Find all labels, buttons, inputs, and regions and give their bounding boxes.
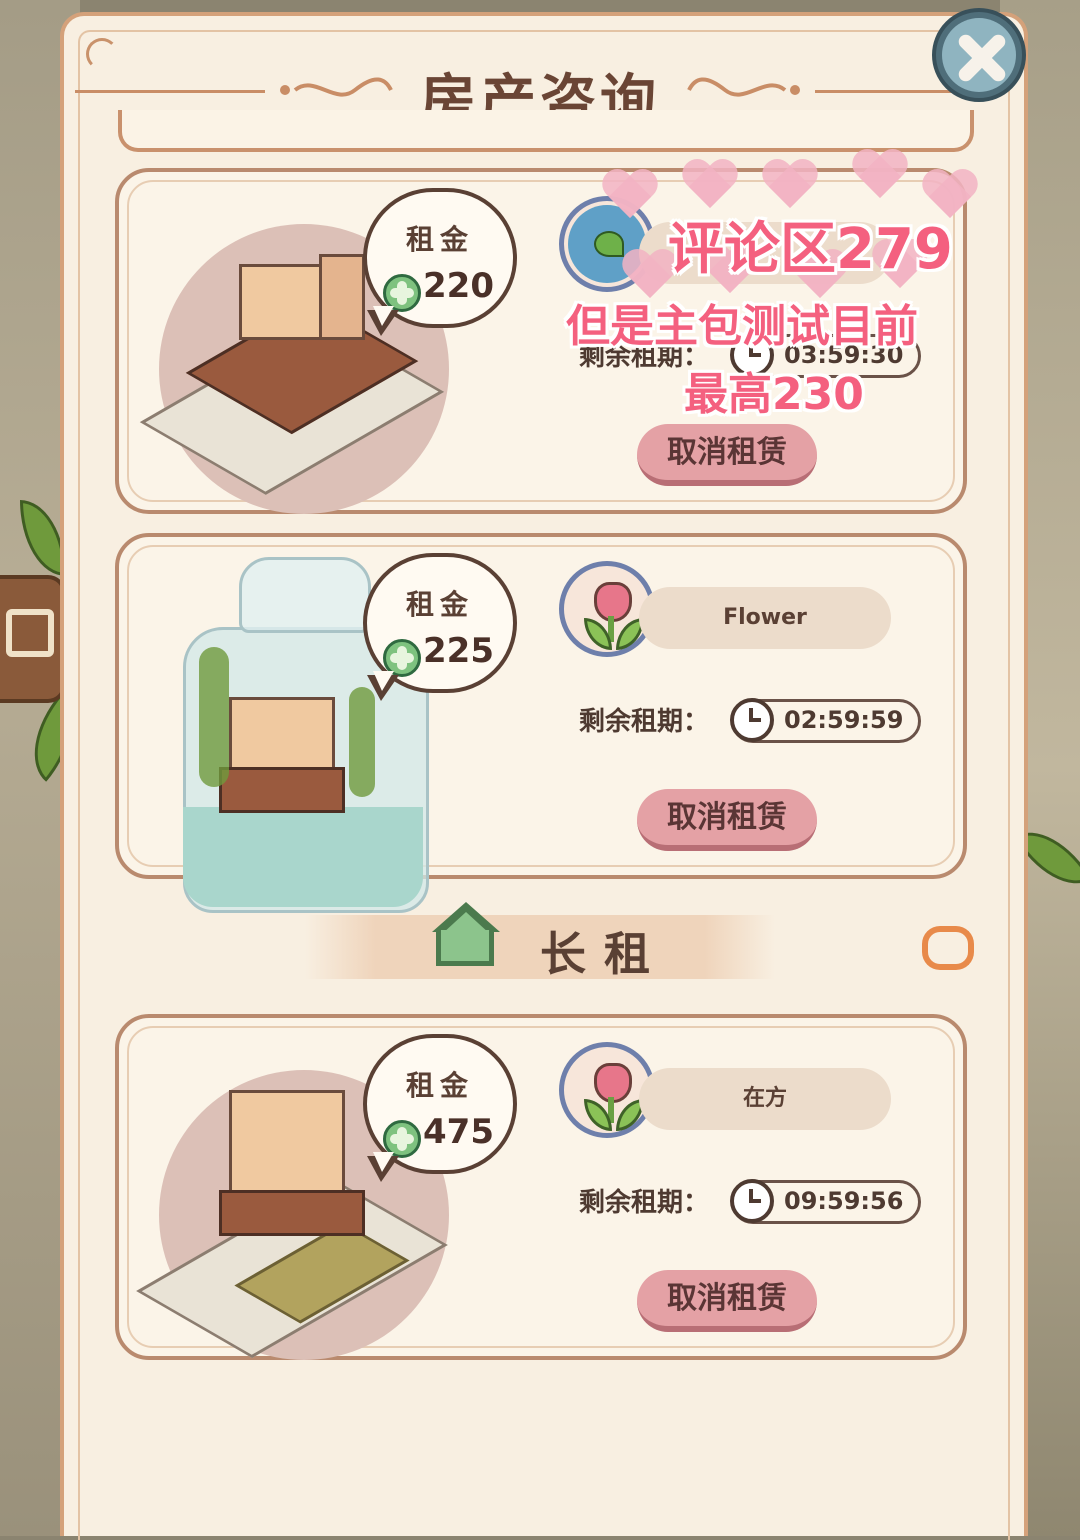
remaining-time: 02:59:59 — [784, 706, 904, 734]
close-icon — [942, 18, 1016, 92]
remaining-time: 03:59:30 — [784, 341, 904, 369]
clock-icon — [730, 333, 774, 377]
remaining-timer: 03:59:30 — [730, 333, 921, 378]
rental-card: 租金 220 剩余租期： 03:59:30 取消租赁 — [115, 168, 967, 514]
tenant-name: 在方 — [639, 1068, 891, 1130]
rent-label: 租金 — [405, 1069, 474, 1102]
rent-label: 租金 — [405, 223, 474, 256]
rent-amount: 475 — [423, 1112, 494, 1152]
remaining-time: 09:59:56 — [784, 1187, 904, 1215]
tenant-name: Flower — [639, 587, 891, 649]
scrolled-card-edge — [118, 110, 974, 152]
remaining-period-label: 剩余租期： — [579, 342, 710, 372]
cancel-lease-button[interactable]: 取消租赁 — [637, 1270, 817, 1332]
clock-icon — [730, 698, 774, 742]
remaining-timer: 02:59:59 — [730, 698, 921, 743]
rent-amount: 225 — [423, 631, 494, 671]
remaining-timer: 09:59:56 — [730, 1179, 921, 1224]
cancel-lease-button[interactable]: 取消租赁 — [637, 789, 817, 851]
refresh-icon — [922, 926, 974, 948]
rental-card: 租金 225 Flower 剩余租期： 02:59:59 取消租赁 — [115, 533, 967, 913]
side-house-sign[interactable] — [0, 575, 66, 703]
refresh-button[interactable] — [918, 922, 974, 970]
cancel-lease-button[interactable]: 取消租赁 — [637, 424, 817, 486]
rental-card: 租金 475 在方 剩余租期： 09:59:56 取消租赁 — [115, 1014, 967, 1360]
clock-icon — [730, 1179, 774, 1223]
house-icon — [6, 609, 54, 657]
rent-label: 租金 — [405, 588, 474, 621]
tenant-name — [639, 222, 891, 284]
section-title: 长租 — [540, 927, 668, 981]
house-icon — [430, 902, 500, 968]
remaining-period-label: 剩余租期： — [579, 707, 710, 737]
remaining-period-label: 剩余租期： — [579, 1188, 710, 1218]
rent-amount: 220 — [423, 266, 494, 306]
close-button[interactable] — [932, 8, 1026, 102]
